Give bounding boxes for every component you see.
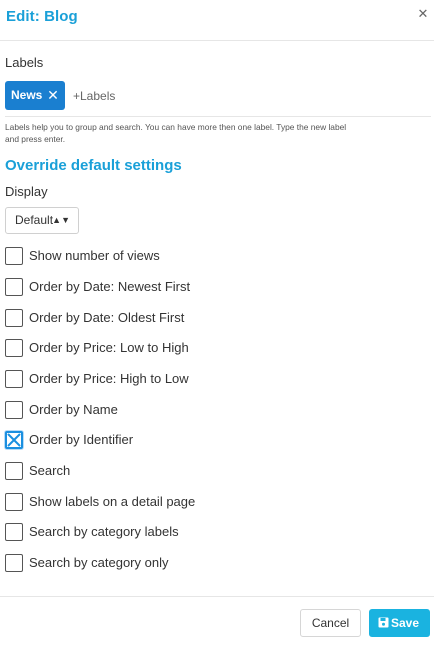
- option-checkbox[interactable]: [5, 554, 23, 572]
- option-label: Show labels on a detail page: [29, 494, 196, 509]
- override-heading: Override default settings: [5, 157, 182, 174]
- option-label: Show number of views: [29, 248, 160, 263]
- option-checkbox[interactable]: [5, 523, 23, 541]
- option-checkbox[interactable]: [5, 278, 23, 296]
- option-label: Search by category only: [29, 555, 169, 570]
- option-checkbox[interactable]: [5, 370, 23, 388]
- dialog-title: Edit: Blog: [6, 8, 78, 25]
- dialog-header: Edit: Blog ✕: [0, 0, 434, 41]
- option-checkbox[interactable]: [5, 247, 23, 265]
- labels-field[interactable]: News ✕: [5, 81, 431, 117]
- option-row[interactable]: Order by Identifier: [5, 431, 425, 451]
- option-row[interactable]: Order by Price: Low to High: [5, 339, 425, 359]
- cancel-button[interactable]: Cancel: [300, 609, 361, 637]
- sort-arrows-icon: ▲▼: [52, 215, 70, 225]
- option-row[interactable]: Order by Date: Newest First: [5, 278, 425, 298]
- option-row[interactable]: Show number of views: [5, 247, 425, 267]
- display-label: Display: [5, 184, 48, 199]
- labels-input[interactable]: [73, 87, 273, 105]
- option-row[interactable]: Show labels on a detail page: [5, 493, 425, 513]
- option-checkbox[interactable]: [5, 462, 23, 480]
- option-row[interactable]: Order by Price: High to Low: [5, 370, 425, 390]
- option-label: Order by Price: Low to High: [29, 340, 189, 355]
- option-checkbox[interactable]: [5, 493, 23, 511]
- display-select-value: Default: [15, 213, 54, 227]
- option-row[interactable]: Order by Name: [5, 401, 425, 421]
- floppy-disk-icon: [378, 617, 389, 628]
- label-tag-text: News: [11, 88, 43, 102]
- check-x-icon: [7, 433, 21, 447]
- option-checkbox[interactable]: [5, 309, 23, 327]
- labels-help-line-2: and press enter.: [5, 134, 66, 144]
- option-label: Order by Name: [29, 402, 118, 417]
- remove-tag-icon[interactable]: ✕: [46, 81, 60, 110]
- option-label: Search: [29, 463, 71, 478]
- save-button-label: Save: [391, 616, 420, 630]
- option-checkbox[interactable]: [5, 401, 23, 419]
- option-label: Order by Price: High to Low: [29, 371, 189, 386]
- option-row[interactable]: Search: [5, 462, 425, 482]
- close-icon[interactable]: ✕: [417, 7, 429, 21]
- display-select[interactable]: Default ▲▼: [5, 207, 79, 234]
- option-checkbox[interactable]: [5, 431, 23, 449]
- option-row[interactable]: Search by category only: [5, 554, 425, 574]
- label-tag: News ✕: [5, 81, 65, 110]
- labels-help-text: Labels help you to group and search. You…: [5, 121, 433, 145]
- option-row[interactable]: Search by category labels: [5, 523, 425, 543]
- labels-help-line-1: Labels help you to group and search. You…: [5, 122, 347, 132]
- labels-heading: Labels: [5, 55, 44, 70]
- option-checkbox[interactable]: [5, 339, 23, 357]
- option-label: Order by Identifier: [29, 432, 134, 447]
- save-button[interactable]: Save: [369, 609, 430, 637]
- option-label: Search by category labels: [29, 524, 179, 539]
- option-label: Order by Date: Oldest First: [29, 310, 185, 325]
- dialog-footer: Cancel Save: [0, 596, 434, 646]
- option-label: Order by Date: Newest First: [29, 279, 191, 294]
- option-row[interactable]: Order by Date: Oldest First: [5, 309, 425, 329]
